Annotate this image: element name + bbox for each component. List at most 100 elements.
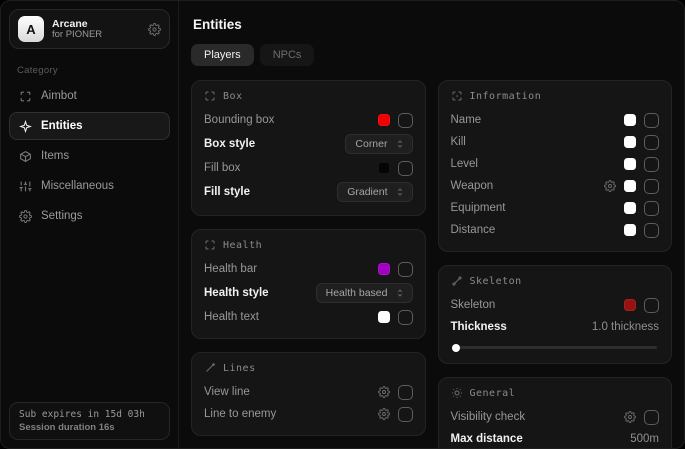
skeleton-card: Skeleton Skeleton Thickness 1.0 thicknes… [438, 265, 673, 364]
card-title: Lines [223, 363, 256, 374]
color-swatch[interactable] [378, 263, 390, 275]
cards-grid: Box Bounding box Box style Corner [191, 80, 672, 448]
fill-style-select[interactable]: Gradient [337, 182, 412, 202]
setting-label: Health style [204, 287, 269, 299]
color-swatch[interactable] [624, 180, 636, 192]
color-swatch[interactable] [378, 114, 390, 126]
information-card: Information Name Kill [438, 80, 673, 252]
right-column: Information Name Kill [438, 80, 673, 448]
sidebar-item-items[interactable]: Items [9, 142, 170, 170]
line-icon [204, 362, 216, 374]
box-card-header: Box [204, 90, 413, 102]
setting-label: Level [451, 158, 479, 170]
lines-card-header: Lines [204, 362, 413, 374]
setting-row-line-to-enemy: Line to enemy [204, 403, 413, 425]
checkbox[interactable] [644, 410, 659, 425]
health-card-header: Health [204, 239, 413, 251]
gear-icon[interactable] [148, 23, 161, 36]
box-style-select[interactable]: Corner [345, 134, 412, 154]
setting-label: Visibility check [451, 411, 526, 423]
sidebar-item-aimbot[interactable]: Aimbot [9, 82, 170, 110]
gear-icon[interactable] [378, 386, 390, 398]
checkbox[interactable] [398, 113, 413, 128]
brand-card: A Arcane for PIONER [9, 9, 170, 49]
checkbox[interactable] [644, 135, 659, 150]
setting-label: Line to enemy [204, 408, 276, 420]
checkbox[interactable] [644, 298, 659, 313]
brand-text: Arcane for PIONER [52, 18, 140, 41]
color-swatch[interactable] [378, 311, 390, 323]
setting-row-thickness: Thickness 1.0 thickness [451, 316, 660, 338]
gear-icon[interactable] [378, 408, 390, 420]
checkbox[interactable] [398, 161, 413, 176]
setting-row-level: Level [451, 153, 660, 175]
setting-label: Name [451, 114, 482, 126]
sidebar-item-settings[interactable]: Settings [9, 202, 170, 230]
sidebar-item-label: Entities [41, 120, 83, 132]
sidebar-item-label: Miscellaneous [41, 180, 114, 192]
checkbox[interactable] [644, 223, 659, 238]
checkbox[interactable] [398, 407, 413, 422]
unfold-icon [395, 288, 405, 298]
card-title: Information [470, 91, 542, 102]
sun-icon [451, 387, 463, 399]
color-swatch[interactable] [624, 136, 636, 148]
color-swatch[interactable] [624, 224, 636, 236]
setting-row-health-text: Health text [204, 306, 413, 328]
checkbox[interactable] [644, 113, 659, 128]
sidebar-item-miscellaneous[interactable]: Miscellaneous [9, 172, 170, 200]
gear-icon[interactable] [624, 411, 636, 423]
setting-label: Equipment [451, 202, 506, 214]
setting-label: Health bar [204, 263, 257, 275]
setting-label: Distance [451, 224, 496, 236]
card-title: Health [223, 240, 262, 251]
setting-row-bounding-box: Bounding box [204, 109, 413, 131]
tab-npcs[interactable]: NPCs [260, 44, 315, 66]
health-style-select[interactable]: Health based [316, 283, 413, 303]
setting-label: View line [204, 386, 250, 398]
setting-row-box-style: Box style Corner [204, 131, 413, 157]
setting-label: Health text [204, 311, 259, 323]
setting-row-name: Name [451, 109, 660, 131]
color-swatch[interactable] [624, 299, 636, 311]
setting-row-skeleton: Skeleton [451, 294, 660, 316]
checkbox[interactable] [644, 157, 659, 172]
tab-players[interactable]: Players [191, 44, 254, 66]
color-swatch[interactable] [624, 202, 636, 214]
sidebar-item-entities[interactable]: Entities [9, 112, 170, 140]
unfold-icon [395, 139, 405, 149]
app-name: Arcane [52, 18, 140, 30]
gear-icon[interactable] [604, 180, 616, 192]
main-content: Entities Players NPCs Box Bounding box [179, 1, 684, 448]
max-distance-value: 500m [630, 433, 659, 445]
setting-row-weapon: Weapon [451, 175, 660, 197]
health-card: Health Health bar Health style Health ba… [191, 229, 426, 339]
left-column: Box Bounding box Box style Corner [191, 80, 426, 436]
slider-thumb[interactable] [452, 344, 460, 352]
setting-row-health-bar: Health bar [204, 258, 413, 280]
checkbox[interactable] [398, 262, 413, 277]
setting-row-fill-style: Fill style Gradient [204, 179, 413, 205]
color-swatch[interactable] [378, 162, 390, 174]
color-swatch[interactable] [624, 158, 636, 170]
setting-row-fill-box: Fill box [204, 157, 413, 179]
select-value: Health based [326, 287, 388, 299]
sub-expiry-text: Sub expires in 15d 03h [19, 409, 160, 420]
setting-label: Skeleton [451, 299, 496, 311]
checkbox[interactable] [644, 201, 659, 216]
app-logo: A [18, 16, 44, 42]
sidebar-item-label: Settings [41, 210, 83, 222]
checkbox[interactable] [398, 310, 413, 325]
sidebar-nav: Aimbot Entities Items Miscellaneous [9, 82, 170, 230]
thickness-slider[interactable] [453, 346, 658, 349]
color-swatch[interactable] [624, 114, 636, 126]
session-duration-text: Session duration 16s [19, 422, 160, 433]
scan-icon [19, 90, 32, 103]
app-logo-letter: A [26, 22, 35, 37]
setting-row-health-style: Health style Health based [204, 280, 413, 306]
general-card-header: General [451, 387, 660, 399]
checkbox[interactable] [398, 385, 413, 400]
checkbox[interactable] [644, 179, 659, 194]
card-title: Skeleton [470, 276, 522, 287]
setting-row-equipment: Equipment [451, 197, 660, 219]
